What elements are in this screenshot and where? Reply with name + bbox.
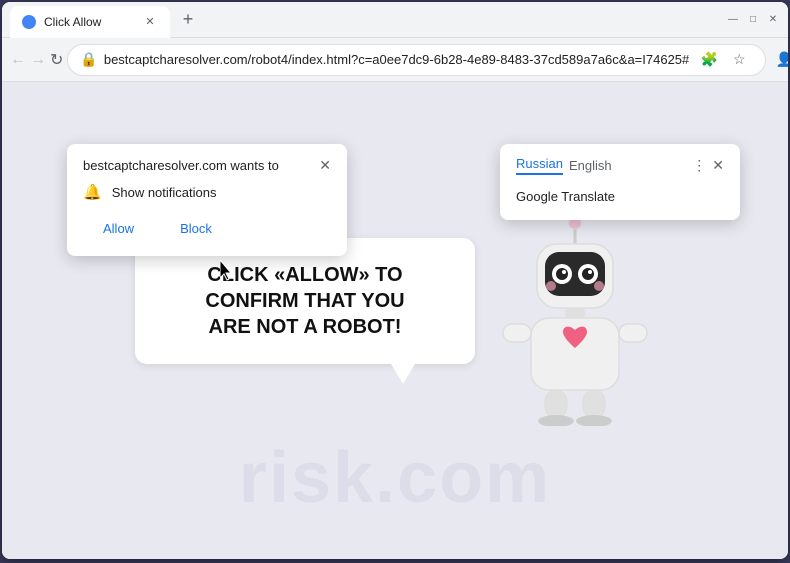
tab-strip: Click Allow ✕ + <box>10 2 718 37</box>
active-tab[interactable]: Click Allow ✕ <box>10 6 170 38</box>
new-tab-button[interactable]: + <box>174 6 202 34</box>
lock-icon: 🔒 <box>80 51 97 68</box>
translate-close-button[interactable]: ✕ <box>712 157 724 174</box>
address-bar[interactable]: 🔒 bestcaptcharesolver.com/robot4/index.h… <box>67 44 766 76</box>
window-controls: — □ ✕ <box>726 13 780 27</box>
popup-close-button[interactable]: ✕ <box>319 158 331 172</box>
speech-bubble: CLICK «ALLOW» TO CONFIRM THAT YOU ARE NO… <box>135 238 475 364</box>
browser-window: Click Allow ✕ + — □ ✕ ← → ↻ 🔒 bestcaptch… <box>2 2 788 559</box>
maximize-button[interactable]: □ <box>746 13 760 27</box>
translate-russian-button[interactable]: Russian <box>516 156 563 175</box>
nav-right-buttons: 👤 ⋮ <box>770 46 788 74</box>
popup-header: bestcaptcharesolver.com wants to ✕ <box>83 158 331 173</box>
popup-title: bestcaptcharesolver.com wants to <box>83 158 279 173</box>
page-content: risk.com CLICK «ALLOW» TO CONFIRM THAT Y… <box>2 82 788 559</box>
address-actions: 🧩 ☆ <box>695 46 753 74</box>
profile-button[interactable]: 👤 <box>770 46 788 74</box>
tab-close-button[interactable]: ✕ <box>142 14 158 30</box>
forward-button[interactable]: → <box>30 44 46 76</box>
back-button[interactable]: ← <box>10 44 26 76</box>
title-bar: Click Allow ✕ + — □ ✕ <box>2 2 788 38</box>
nav-bar: ← → ↻ 🔒 bestcaptcharesolver.com/robot4/i… <box>2 38 788 82</box>
tab-title: Click Allow <box>44 15 134 29</box>
block-button[interactable]: Block <box>162 215 230 242</box>
extensions-button[interactable]: 🧩 <box>695 46 723 74</box>
minimize-button[interactable]: — <box>726 13 740 27</box>
bookmark-button[interactable]: ☆ <box>725 46 753 74</box>
allow-button[interactable]: Allow <box>83 215 154 242</box>
bell-icon: 🔔 <box>83 183 102 201</box>
popup-notification-row: 🔔 Show notifications <box>83 183 331 201</box>
translate-more-button[interactable]: ⋮ <box>692 157 706 174</box>
google-translate-option[interactable]: Google Translate <box>516 185 724 208</box>
tab-favicon <box>22 15 36 29</box>
translate-popup: Russian English ⋮ ✕ Google Translate <box>500 144 740 220</box>
robot-container <box>495 216 655 426</box>
notification-popup: bestcaptcharesolver.com wants to ✕ 🔔 Sho… <box>67 144 347 256</box>
translate-header: Russian English ⋮ ✕ <box>516 156 724 175</box>
notification-label: Show notifications <box>112 185 217 200</box>
close-button[interactable]: ✕ <box>766 13 780 27</box>
url-text: bestcaptcharesolver.com/robot4/index.htm… <box>104 52 689 67</box>
popup-buttons: Allow Block <box>83 215 331 242</box>
translate-english-button[interactable]: English <box>569 158 612 173</box>
refresh-button[interactable]: ↻ <box>50 44 63 76</box>
bubble-text: CLICK «ALLOW» TO CONFIRM THAT YOU ARE NO… <box>167 262 443 340</box>
robot-image <box>495 216 655 426</box>
